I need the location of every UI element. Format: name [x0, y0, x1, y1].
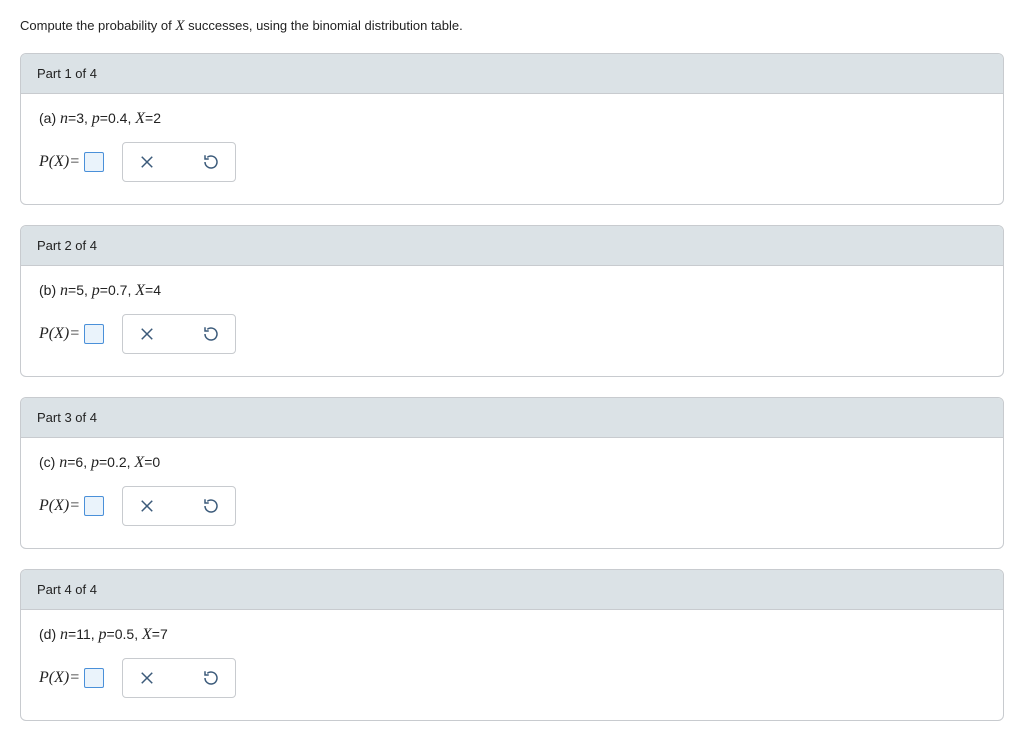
answer-row: P(X)=	[39, 658, 985, 698]
clear-icon[interactable]	[133, 664, 161, 692]
part-card: Part 1 of 4 (a) n=3, p=0.4, X=2 P(X)=	[20, 53, 1004, 205]
part-body: (b) n=5, p=0.7, X=4 P(X)=	[21, 266, 1003, 376]
reset-icon[interactable]	[197, 148, 225, 176]
part-header-label: Part 3 of 4	[37, 410, 97, 425]
part-body: (a) n=3, p=0.4, X=2 P(X)=	[21, 94, 1003, 204]
answer-input[interactable]	[84, 324, 104, 344]
param-p: 0.7	[108, 282, 127, 298]
part-card: Part 2 of 4 (b) n=5, p=0.7, X=4 P(X)=	[20, 225, 1004, 377]
param-p: 0.5	[115, 626, 134, 642]
answer-row: P(X)=	[39, 142, 985, 182]
param-x: 7	[160, 626, 168, 642]
param-x: 0	[152, 454, 160, 470]
px-expression: P(X)=	[39, 152, 104, 172]
reset-icon[interactable]	[197, 492, 225, 520]
part-header: Part 1 of 4	[21, 54, 1003, 94]
action-box	[122, 486, 236, 526]
reset-icon[interactable]	[197, 320, 225, 348]
instruction-prefix: Compute the probability of	[20, 18, 175, 33]
answer-row: P(X)=	[39, 314, 985, 354]
param-x: 2	[153, 110, 161, 126]
param-p: 0.2	[107, 454, 126, 470]
param-n: 3	[76, 110, 84, 126]
part-header-label: Part 4 of 4	[37, 582, 97, 597]
clear-icon[interactable]	[133, 148, 161, 176]
part-header-label: Part 1 of 4	[37, 66, 97, 81]
part-params: (a) n=3, p=0.4, X=2	[39, 110, 985, 128]
answer-input[interactable]	[84, 668, 104, 688]
param-p: 0.4	[108, 110, 127, 126]
px-expression: P(X)=	[39, 324, 104, 344]
part-params: (d) n=11, p=0.5, X=7	[39, 626, 985, 644]
part-body: (c) n=6, p=0.2, X=0 P(X)=	[21, 438, 1003, 548]
instruction-variable: X	[175, 18, 184, 34]
part-params: (c) n=6, p=0.2, X=0	[39, 454, 985, 472]
instruction-suffix: successes, using the binomial distributi…	[185, 18, 463, 33]
part-card: Part 3 of 4 (c) n=6, p=0.2, X=0 P(X)=	[20, 397, 1004, 549]
part-body: (d) n=11, p=0.5, X=7 P(X)=	[21, 610, 1003, 720]
clear-icon[interactable]	[133, 320, 161, 348]
action-box	[122, 314, 236, 354]
param-x: 4	[153, 282, 161, 298]
instruction-text: Compute the probability of X successes, …	[20, 18, 1004, 35]
clear-icon[interactable]	[133, 492, 161, 520]
action-box	[122, 142, 236, 182]
part-header: Part 4 of 4	[21, 570, 1003, 610]
part-header-label: Part 2 of 4	[37, 238, 97, 253]
action-box	[122, 658, 236, 698]
part-label: (c)	[39, 454, 55, 470]
answer-input[interactable]	[84, 152, 104, 172]
part-label: (a)	[39, 110, 56, 126]
part-header: Part 3 of 4	[21, 398, 1003, 438]
param-n: 5	[76, 282, 84, 298]
part-params: (b) n=5, p=0.7, X=4	[39, 282, 985, 300]
part-label: (d)	[39, 626, 56, 642]
answer-row: P(X)=	[39, 486, 985, 526]
part-label: (b)	[39, 282, 56, 298]
px-expression: P(X)=	[39, 496, 104, 516]
part-header: Part 2 of 4	[21, 226, 1003, 266]
param-n: 6	[75, 454, 83, 470]
param-n: 11	[76, 626, 91, 642]
px-expression: P(X)=	[39, 668, 104, 688]
answer-input[interactable]	[84, 496, 104, 516]
part-card: Part 4 of 4 (d) n=11, p=0.5, X=7 P(X)=	[20, 569, 1004, 721]
reset-icon[interactable]	[197, 664, 225, 692]
